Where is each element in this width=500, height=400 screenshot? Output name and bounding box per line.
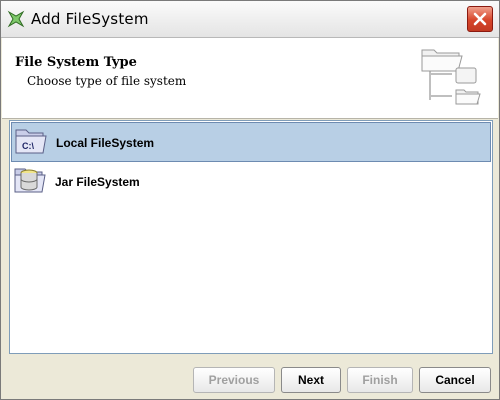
filesystem-tree-icon bbox=[421, 49, 481, 105]
next-button[interactable]: Next bbox=[281, 367, 341, 393]
wizard-header: File System Type Choose type of file sys… bbox=[2, 38, 498, 119]
filesystem-type-list[interactable]: C:\ Local FileSystem Jar FileSystem bbox=[9, 120, 493, 354]
list-item-label: Local FileSystem bbox=[56, 136, 155, 150]
local-folder-icon: C:\ bbox=[15, 129, 47, 154]
close-x-icon bbox=[473, 12, 487, 26]
header-title: File System Type bbox=[15, 55, 137, 70]
title-bar[interactable]: Add FileSystem bbox=[1, 1, 499, 38]
finish-button[interactable]: Finish bbox=[347, 367, 413, 393]
window-title: Add FileSystem bbox=[31, 10, 149, 28]
previous-button[interactable]: Previous bbox=[193, 367, 275, 393]
svg-text:C:\: C:\ bbox=[22, 141, 34, 151]
add-filesystem-dialog: Add FileSystem File System Type Choose t… bbox=[0, 0, 500, 400]
list-item-jar-filesystem[interactable]: Jar FileSystem bbox=[11, 162, 491, 202]
jar-folder-icon bbox=[14, 168, 46, 193]
header-subtitle: Choose type of file system bbox=[27, 74, 187, 88]
list-item-label: Jar FileSystem bbox=[55, 175, 140, 189]
list-item-local-filesystem[interactable]: C:\ Local FileSystem bbox=[11, 122, 491, 162]
netbeans-star-icon bbox=[7, 10, 25, 28]
close-button[interactable] bbox=[467, 6, 493, 32]
cancel-button[interactable]: Cancel bbox=[419, 367, 491, 393]
